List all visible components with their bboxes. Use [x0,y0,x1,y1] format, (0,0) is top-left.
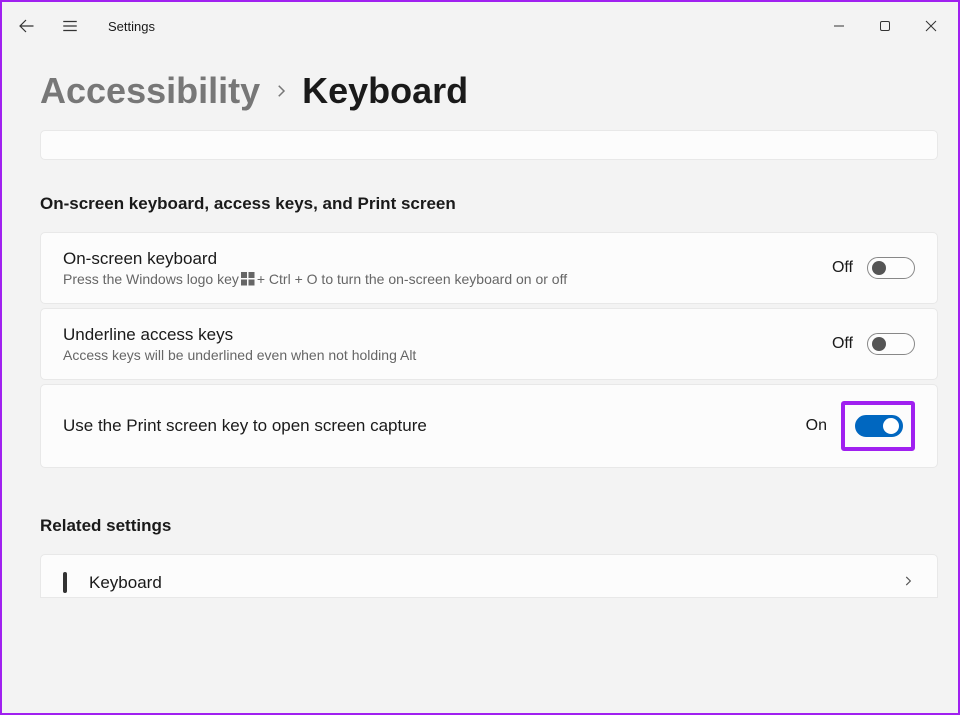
section-header: On-screen keyboard, access keys, and Pri… [40,194,938,214]
content-area: On-screen keyboard, access keys, and Pri… [2,122,958,713]
toggle-underline-access-keys[interactable] [867,333,915,355]
window-close-button[interactable] [908,2,954,50]
setting-on-screen-keyboard: On-screen keyboard Press the Windows log… [40,232,938,304]
breadcrumb-current: Keyboard [302,70,468,112]
toggle-print-screen-capture[interactable] [855,415,903,437]
back-arrow-icon [17,17,35,35]
window-minimize-button[interactable] [816,2,862,50]
windows-logo-icon [241,272,255,286]
titlebar: Settings [2,2,958,50]
related-settings-header: Related settings [40,516,938,536]
setting-description: Access keys will be underlined even when… [63,347,416,363]
related-setting-label: Keyboard [89,573,162,593]
back-button[interactable] [6,6,46,46]
setting-underline-access-keys: Underline access keys Access keys will b… [40,308,938,380]
toggle-state-label: Off [832,335,853,353]
app-title: Settings [108,19,155,34]
minimize-icon [833,20,845,32]
chevron-right-icon [272,82,290,100]
breadcrumb-parent[interactable]: Accessibility [40,70,260,112]
previous-card-edge [40,130,938,160]
chevron-right-icon [901,574,915,593]
setting-title: Use the Print screen key to open screen … [63,416,427,436]
annotation-highlight [841,401,915,451]
setting-title: Underline access keys [63,325,416,345]
related-setting-keyboard[interactable]: Keyboard [40,554,938,598]
toggle-state-label: On [806,417,827,435]
hamburger-icon [61,17,79,35]
keyboard-icon [63,574,67,592]
setting-title: On-screen keyboard [63,249,567,269]
close-icon [925,20,937,32]
breadcrumb: Accessibility Keyboard [2,50,958,122]
window-maximize-button[interactable] [862,2,908,50]
setting-description: Press the Windows logo key + Ctrl + O to… [63,271,567,287]
maximize-icon [879,20,891,32]
toggle-state-label: Off [832,259,853,277]
setting-print-screen-capture: Use the Print screen key to open screen … [40,384,938,468]
toggle-on-screen-keyboard[interactable] [867,257,915,279]
nav-menu-button[interactable] [50,6,90,46]
